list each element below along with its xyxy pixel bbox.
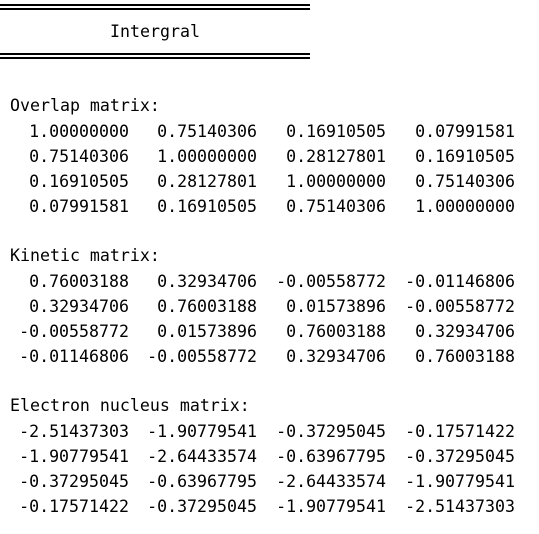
matrix-cell: -2.64433574 [147, 447, 257, 466]
matrix-cell: 0.75140306 [29, 147, 129, 166]
matrix-cell: 0.07991581 [415, 122, 515, 141]
matrix-cell: -1.90779541 [147, 422, 257, 441]
matrix-cell: -0.37295045 [147, 497, 257, 516]
matrix-cell: 0.28127801 [286, 147, 386, 166]
matrix-cell: 0.76003188 [157, 297, 257, 316]
matrix-cell: 0.16910505 [29, 172, 129, 191]
matrix-cell: -0.17571422 [19, 497, 129, 516]
matrix-cell: -0.63967795 [276, 447, 386, 466]
matrix-cell: 0.75140306 [415, 172, 515, 191]
matrix-cell: 0.75140306 [286, 197, 386, 216]
header-rule-top [0, 4, 310, 10]
matrix-cell: -2.51437303 [405, 497, 515, 516]
kinetic-matrix-label: Kinetic matrix: [10, 246, 160, 265]
matrix-cell: 0.01573896 [157, 322, 257, 341]
matrix-cell: 0.76003188 [286, 322, 386, 341]
matrix-cell: 0.07991581 [29, 197, 129, 216]
matrix-cell: -0.00558772 [276, 272, 386, 291]
matrix-cell: 0.32934706 [286, 347, 386, 366]
overlap-matrix-label: Overlap matrix: [10, 96, 160, 115]
matrix-cell: 0.75140306 [157, 122, 257, 141]
matrix-cell: 0.32934706 [29, 297, 129, 316]
matrix-cell: 1.00000000 [157, 147, 257, 166]
matrix-cell: 1.00000000 [286, 172, 386, 191]
matrix-cell: -0.00558772 [147, 347, 257, 366]
matrix-cell: -0.01146806 [19, 347, 129, 366]
matrix-cell: -1.90779541 [405, 472, 515, 491]
matrix-cell: -0.00558772 [19, 322, 129, 341]
header-rule-bottom [0, 53, 310, 59]
matrix-cell: 0.76003188 [29, 272, 129, 291]
matrix-cell: 0.16910505 [157, 197, 257, 216]
matrix-cell: 1.00000000 [29, 122, 129, 141]
matrix-cell: -2.64433574 [276, 472, 386, 491]
matrix-cell: -0.17571422 [405, 422, 515, 441]
matrix-cell: -1.90779541 [19, 447, 129, 466]
matrix-cell: 0.16910505 [286, 122, 386, 141]
matrix-cell: -0.00558772 [405, 297, 515, 316]
matrix-cell: 0.01573896 [286, 297, 386, 316]
matrix-cell: -1.90779541 [276, 497, 386, 516]
matrix-cell: 1.00000000 [415, 197, 515, 216]
matrix-cell: 0.32934706 [415, 322, 515, 341]
matrix-cell: -0.37295045 [276, 422, 386, 441]
matrix-cell: -0.63967795 [147, 472, 257, 491]
matrix-cell: -0.01146806 [405, 272, 515, 291]
matrix-cell: 0.16910505 [415, 147, 515, 166]
matrix-cell: 0.28127801 [157, 172, 257, 191]
matrix-cell: -0.37295045 [19, 472, 129, 491]
electron-nucleus-matrix-label: Electron nucleus matrix: [10, 396, 250, 415]
matrix-cell: 0.76003188 [415, 347, 515, 366]
matrix-cell: 0.32934706 [157, 272, 257, 291]
matrix-cell: -0.37295045 [405, 447, 515, 466]
matrix-cell: -2.51437303 [19, 422, 129, 441]
page-title: Intergral [110, 22, 200, 41]
